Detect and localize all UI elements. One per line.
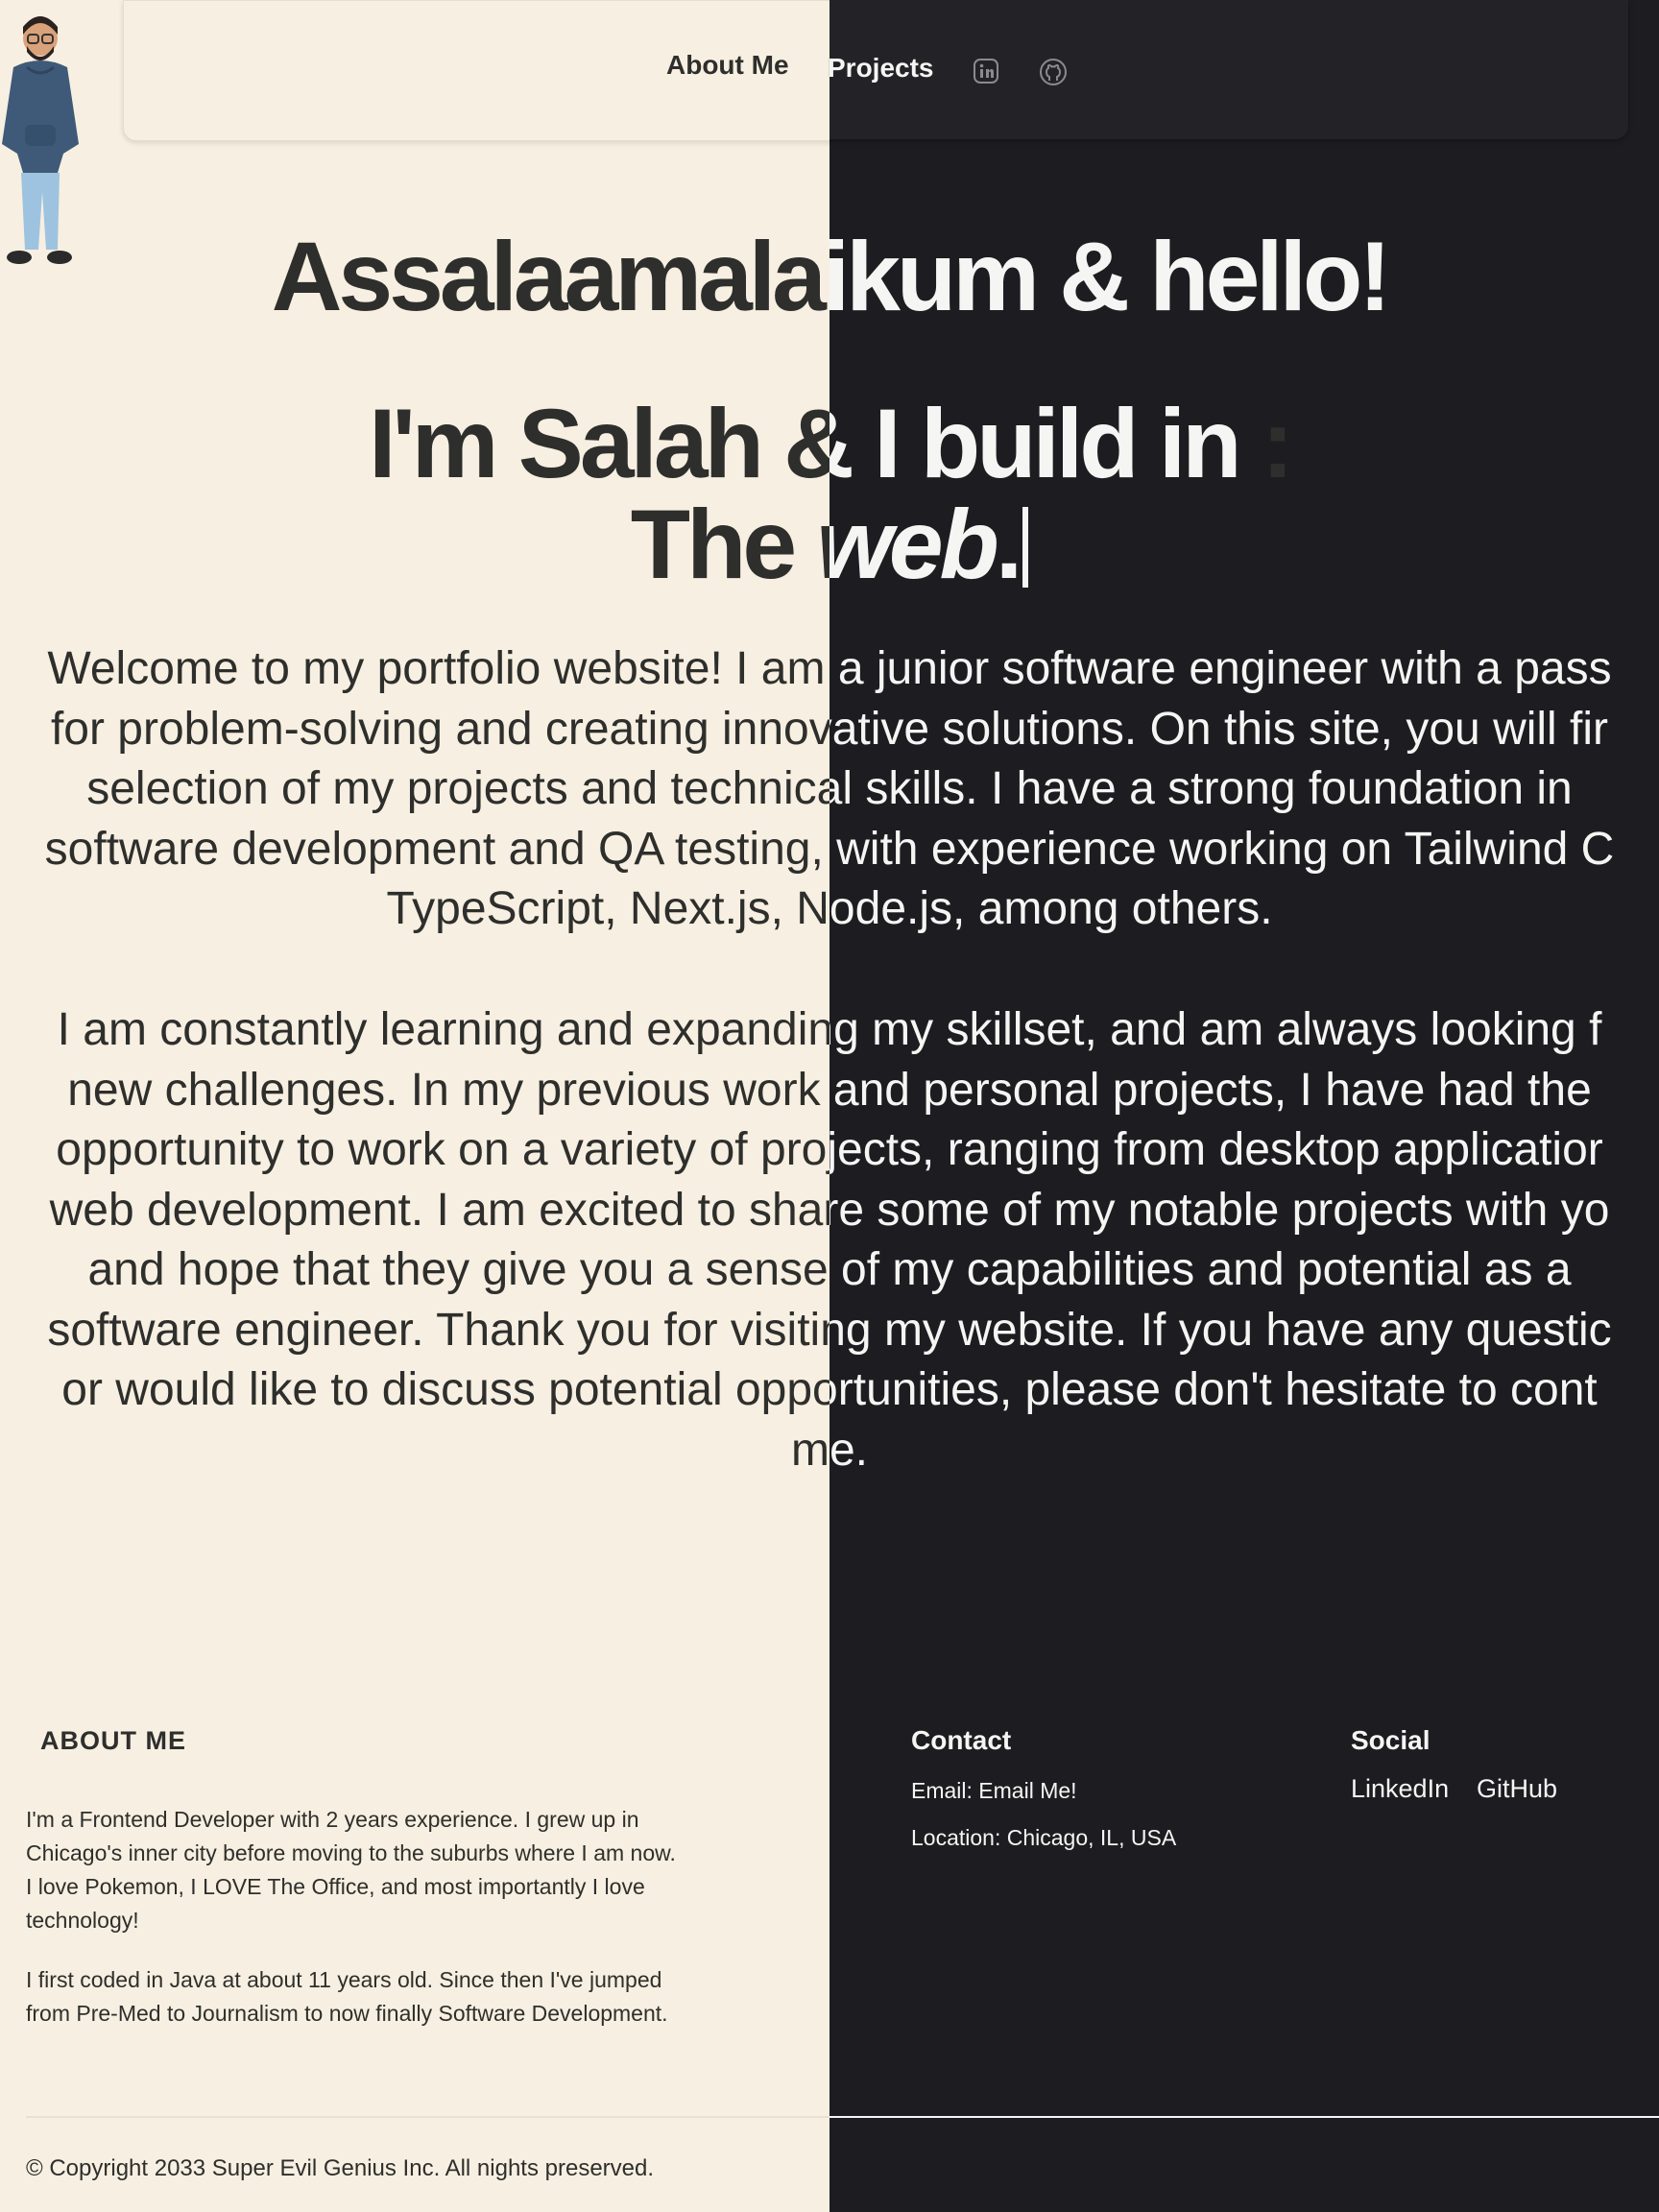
nav-projects-link-dark[interactable]: Projects (830, 53, 934, 84)
hero-line-2-prefix: The (630, 490, 817, 599)
footer-about-title: ABOUT ME (40, 1726, 186, 1755)
footer-email-link[interactable]: Email: Email Me! (911, 1778, 1077, 1804)
typing-cursor-dark (1022, 507, 1029, 588)
hero-line-2-suffix-dark: . (995, 490, 1022, 599)
copyright-text: © Copyright 2033 Super Evil Genius Inc. … (26, 2155, 655, 2181)
footer-about-paragraph-2: I first coded in Java at about 11 years … (26, 1967, 668, 2026)
nav-about-link[interactable]: About Me (666, 50, 789, 81)
hero-line-2-emphasis-dark: web (816, 490, 999, 599)
linkedin-icon[interactable] (973, 58, 999, 84)
footer-linkedin-link[interactable]: LinkedIn (1351, 1774, 1449, 1804)
hero-line-1-colon-dark: : (1261, 389, 1294, 498)
footer-location: Location: Chicago, IL, USA (911, 1825, 1177, 1850)
footer-contact-title: Contact (911, 1725, 1012, 1755)
footer-social-title: Social (1351, 1725, 1431, 1755)
github-icon[interactable] (1039, 58, 1067, 85)
footer-github-link[interactable]: GitHub (1477, 1774, 1557, 1804)
footer-about-paragraph-1: I'm a Frontend Developer with 2 years ex… (26, 1807, 676, 1933)
